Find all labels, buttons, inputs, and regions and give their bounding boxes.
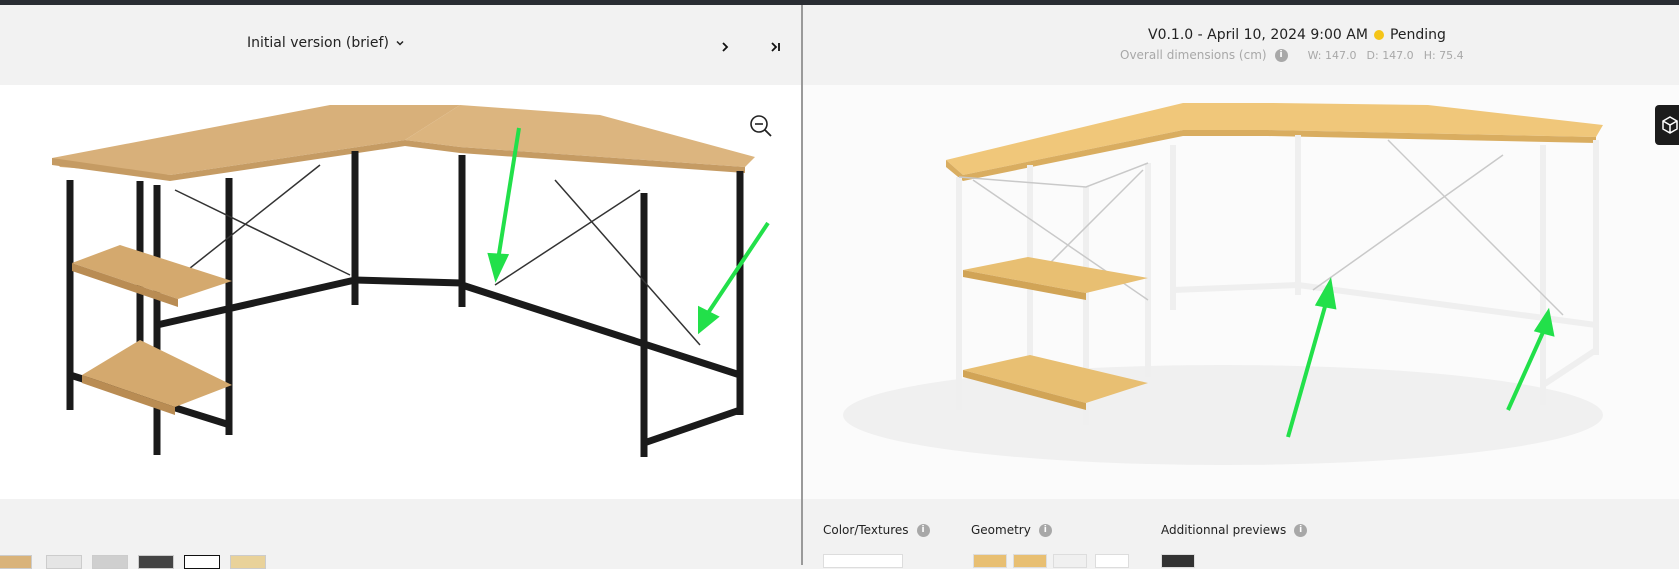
thumbnail[interactable] <box>92 555 128 569</box>
reference-image-panel[interactable] <box>0 85 801 499</box>
left-header: Initial version (brief) <box>0 5 801 85</box>
dimension-height: H: 75.4 <box>1423 48 1464 62</box>
geometry-thumbnail[interactable] <box>1013 554 1047 568</box>
info-icon[interactable]: i <box>1038 523 1052 537</box>
render-desk-image <box>843 103 1603 465</box>
next-version-button[interactable] <box>713 35 737 59</box>
last-version-button[interactable] <box>764 35 788 59</box>
texture-swatch[interactable] <box>823 554 903 568</box>
status-badge: Pending <box>1389 27 1446 43</box>
shelf <box>82 340 232 407</box>
skip-to-end-icon <box>771 42 780 52</box>
chevron-right-icon <box>722 42 729 52</box>
status-dot-icon <box>1373 30 1384 40</box>
detail-sections: Color/Textures i Geometry i Additionnal … <box>803 499 1679 568</box>
zoom-out-icon <box>750 115 772 137</box>
thumbnail[interactable] <box>138 555 174 569</box>
geometry-thumbnail[interactable] <box>973 554 1007 568</box>
info-icon[interactable]: i <box>1294 523 1308 537</box>
dimension-values: W: 147.0 D: 147.0 H: 75.4 <box>1308 49 1464 62</box>
additional-previews-section: Additionnal previews i <box>1161 523 1308 537</box>
zoom-out-button[interactable] <box>748 113 774 139</box>
dimensions-info: Overall dimensions (cm) i W: 147.0 D: 14… <box>1120 48 1464 62</box>
cube-icon <box>1662 116 1678 134</box>
version-select-label: Initial version (brief) <box>247 35 389 51</box>
info-icon[interactable]: i <box>1274 48 1288 62</box>
thumbnail[interactable] <box>230 555 266 569</box>
right-header: V0.1.0 - April 10, 2024 9:00 AM Pending … <box>803 5 1679 85</box>
render-image-panel[interactable] <box>803 85 1679 499</box>
dimensions-label: Overall dimensions (cm) <box>1120 48 1267 62</box>
dimension-depth: D: 147.0 <box>1366 48 1414 62</box>
chevron-down-icon <box>396 40 404 46</box>
color-textures-label: Color/Textures <box>823 523 909 537</box>
thumbnail-selected[interactable] <box>184 555 220 569</box>
geometry-thumbnail[interactable] <box>1095 554 1129 568</box>
3d-view-button[interactable] <box>1655 105 1679 145</box>
reference-desk-image <box>52 105 770 457</box>
geometry-thumbnail[interactable] <box>1053 554 1087 568</box>
thumbnail[interactable] <box>46 555 82 569</box>
thumbnail[interactable] <box>0 555 32 569</box>
additional-previews-label: Additionnal previews <box>1161 523 1287 537</box>
geometry-label: Geometry <box>971 523 1031 537</box>
cross-brace <box>174 164 701 346</box>
dimension-width: W: 147.0 <box>1307 48 1357 62</box>
geometry-section: Geometry i <box>971 523 1052 537</box>
color-textures-section: Color/Textures i <box>823 523 930 537</box>
split-divider[interactable] <box>801 5 803 565</box>
version-info: V0.1.0 - April 10, 2024 9:00 AM Pending <box>1148 27 1446 43</box>
preview-thumbnail[interactable] <box>1161 554 1195 568</box>
version-select[interactable]: Initial version (brief) <box>247 35 405 51</box>
version-line: V0.1.0 - April 10, 2024 9:00 AM <box>1148 27 1368 43</box>
info-icon[interactable]: i <box>916 523 930 537</box>
